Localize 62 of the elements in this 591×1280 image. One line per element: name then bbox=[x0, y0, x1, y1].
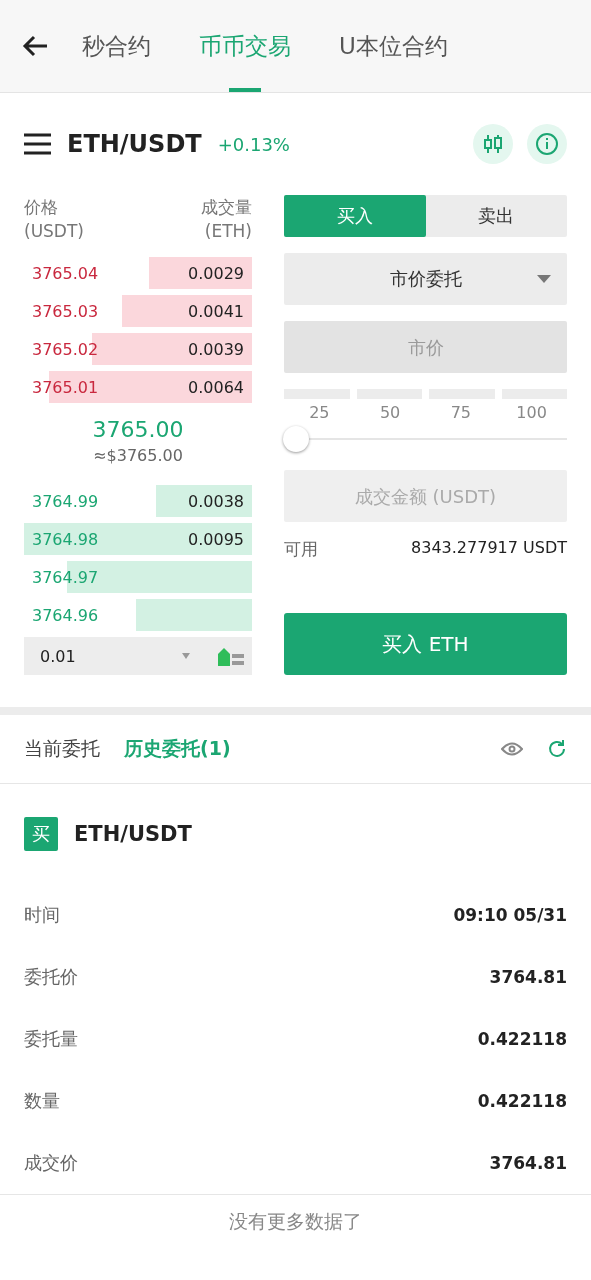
side-tab[interactable]: 买入 bbox=[284, 195, 426, 237]
price-field[interactable]: 市价 bbox=[284, 321, 567, 373]
field-value: 3764.81 bbox=[489, 1153, 567, 1173]
nav-tab[interactable]: 秒合约 bbox=[82, 0, 151, 92]
field-label: 委托量 bbox=[24, 1027, 78, 1051]
volume: 0.0039 bbox=[187, 339, 245, 359]
no-more-data-text: 没有更多数据了 bbox=[228, 1209, 363, 1234]
percent-label: 50 bbox=[378, 403, 402, 422]
field-label: 数量 bbox=[24, 1089, 60, 1113]
price[interactable]: 3765.02 bbox=[24, 339, 107, 359]
percent-label: 25 bbox=[308, 403, 331, 422]
field-label: 时间 bbox=[24, 903, 60, 927]
last-price-usd: ≈$3765.00 bbox=[92, 446, 184, 465]
field-value: 0.422118 bbox=[477, 1029, 567, 1049]
price[interactable]: 3765.04 bbox=[24, 263, 107, 283]
price[interactable]: 3764.97 bbox=[24, 567, 107, 587]
column-unit: (ETH) bbox=[204, 221, 252, 241]
buy-button[interactable]: 买入 ETH bbox=[284, 613, 567, 675]
volume: 0.0038 bbox=[187, 491, 245, 511]
orders-tab[interactable]: 当前委托 bbox=[24, 736, 100, 762]
field-value: 09:10 05/31 bbox=[453, 905, 567, 925]
percent-label: 75 bbox=[449, 403, 473, 422]
back-icon[interactable] bbox=[22, 35, 48, 57]
volume: 0.0064 bbox=[187, 377, 245, 397]
field-label: 委托价 bbox=[24, 965, 78, 989]
volume: 0.0095 bbox=[187, 529, 245, 549]
info-icon[interactable] bbox=[527, 124, 567, 164]
column-unit: (USDT) bbox=[24, 221, 84, 241]
menu-icon[interactable] bbox=[24, 133, 51, 155]
volume: 0.0041 bbox=[187, 301, 245, 321]
percent-label: 100 bbox=[515, 403, 548, 422]
last-price: 3765.00 bbox=[91, 417, 185, 442]
price[interactable]: 3764.99 bbox=[24, 491, 107, 511]
depth-view-icon[interactable] bbox=[218, 646, 244, 666]
available-label: 可用 bbox=[284, 538, 318, 561]
price[interactable]: 3765.01 bbox=[24, 377, 107, 397]
nav-tab[interactable]: 币币交易 bbox=[199, 0, 291, 92]
price[interactable]: 3764.96 bbox=[24, 605, 107, 625]
slider-handle[interactable] bbox=[283, 426, 309, 452]
column-header: 成交量 bbox=[201, 197, 252, 217]
field-value: 0.422118 bbox=[477, 1091, 567, 1111]
order-type-dropdown[interactable]: 市价委托 bbox=[284, 253, 567, 305]
order-symbol: ETH/USDT bbox=[74, 822, 192, 846]
price[interactable]: 3765.03 bbox=[24, 301, 107, 321]
column-header: 价格 bbox=[24, 197, 58, 217]
field-value: 3764.81 bbox=[489, 967, 567, 987]
side-badge: 买 bbox=[24, 817, 58, 851]
caret-icon bbox=[182, 653, 190, 659]
depth-selector[interactable]: 0.01 bbox=[24, 637, 252, 675]
available-balance: 8343.277917 USDT bbox=[411, 538, 567, 559]
price-change: +0.13% bbox=[217, 133, 291, 155]
volume: 0.0029 bbox=[187, 263, 245, 283]
candlestick-chart-icon[interactable] bbox=[473, 124, 513, 164]
amount-field[interactable]: 成交金额 (USDT) bbox=[284, 470, 567, 522]
pair-symbol: ETH/USDT bbox=[67, 130, 202, 158]
caret-icon bbox=[537, 275, 551, 283]
side-tab[interactable]: 卖出 bbox=[425, 195, 567, 237]
eye-icon[interactable] bbox=[501, 742, 523, 756]
field-label: 成交价 bbox=[24, 1151, 78, 1175]
orders-tab[interactable]: 历史委托(1) bbox=[124, 736, 231, 762]
nav-tab[interactable]: U本位合约 bbox=[339, 0, 448, 92]
refresh-icon[interactable] bbox=[547, 739, 567, 759]
